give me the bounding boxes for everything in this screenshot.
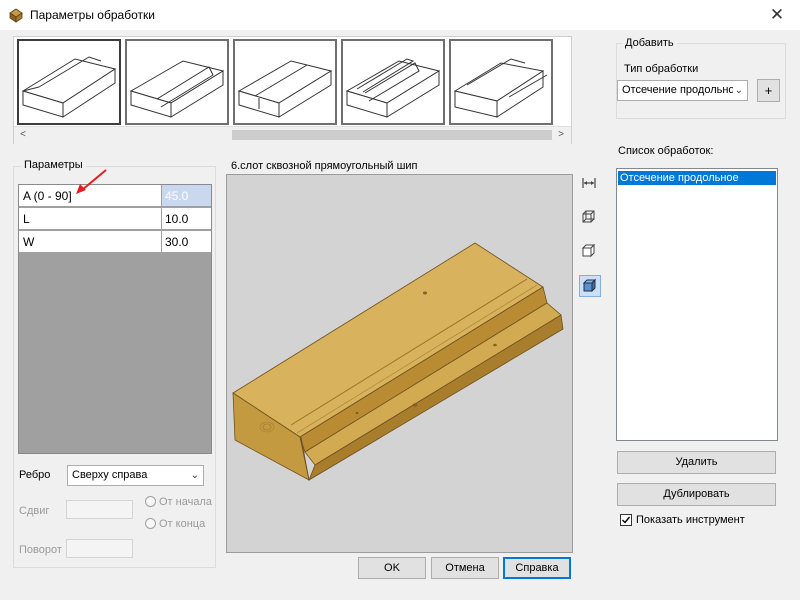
annotation-arrow-icon [76,169,107,194]
chevron-down-icon: ⌄ [190,470,199,481]
timber-model-3d [232,242,564,481]
processing-type-select[interactable]: Отсечение продольное ⌄ [617,80,748,101]
param-row[interactable]: W 30.0 [19,231,211,254]
param-name: W [19,231,162,253]
scroll-left-icon[interactable]: < [16,128,30,142]
add-processing-button[interactable]: + [757,79,780,102]
scrollbar-thumb[interactable] [232,130,552,140]
param-value-input[interactable]: 10.0 [162,208,211,230]
from-start-radio[interactable] [145,496,156,507]
from-end-label: От конца [159,518,206,530]
wireframe-cube-icon[interactable] [579,207,601,229]
outline-cube-icon[interactable] [579,241,601,263]
processing-type-value: Отсечение продольное [622,84,741,96]
shift-input[interactable] [66,500,133,519]
show-tool-label: Показать инструмент [636,514,745,526]
processing-list[interactable]: Отсечение продольное [616,168,778,441]
help-button[interactable]: Справка [503,557,571,579]
gallery-thumb-5[interactable] [449,39,553,125]
delete-button[interactable]: Удалить [617,451,776,474]
chevron-down-icon: ⌄ [732,81,743,100]
dimension-tool-icon[interactable] [579,173,601,195]
rotation-input[interactable] [66,539,133,558]
app-icon [8,7,24,23]
shaded-cube-icon[interactable] [579,275,601,297]
param-value-input[interactable]: 45.0 [162,185,211,207]
processing-list-label: Список обработок: [618,145,714,157]
show-tool-checkbox[interactable] [620,514,632,526]
window-title: Параметры обработки [30,8,155,22]
close-icon[interactable]: ✕ [762,1,792,29]
gallery-thumb-2[interactable] [125,39,229,125]
param-value-input[interactable]: 30.0 [162,231,211,253]
edge-select[interactable]: Сверху справа ⌄ [67,465,204,486]
param-name: L [19,208,162,230]
3d-viewport[interactable] [226,174,573,553]
shift-label: Сдвиг [19,505,50,517]
gallery-thumb-4[interactable] [341,39,445,125]
checkmark-icon [622,516,631,524]
param-row[interactable]: A (0 - 90] 45.0 [19,185,211,208]
gallery-scrollbar[interactable]: < > [14,126,571,144]
edge-label: Ребро [19,469,51,481]
parameters-grid: A (0 - 90] 45.0 L 10.0 W 30.0 [18,184,212,454]
from-start-label: От начала [159,496,212,508]
param-row[interactable]: L 10.0 [19,208,211,231]
gallery-thumb-1[interactable] [17,39,121,125]
from-end-radio[interactable] [145,518,156,529]
cancel-button[interactable]: Отмена [431,557,499,579]
gallery-thumb-3[interactable] [233,39,337,125]
list-item[interactable]: Отсечение продольное [618,171,776,185]
processing-type-label: Тип обработки [624,63,699,75]
rotation-label: Поворот [19,544,62,556]
viewport-caption: 6.слот сквозной прямоугольный шип [231,160,418,172]
ok-button[interactable]: OK [358,557,426,579]
add-label: Добавить [622,37,677,49]
edge-select-value: Сверху справа [72,469,148,481]
duplicate-button[interactable]: Дублировать [617,483,776,506]
processing-gallery: < > [13,36,572,144]
scroll-right-icon[interactable]: > [554,128,568,142]
